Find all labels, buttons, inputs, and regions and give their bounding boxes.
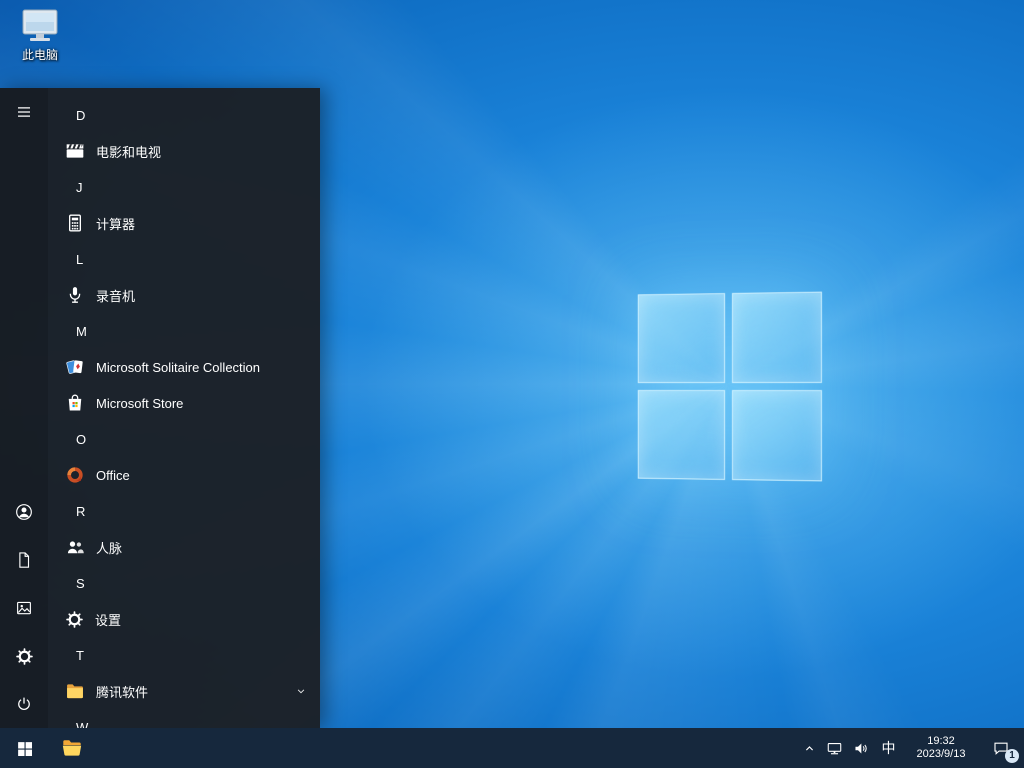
file-explorer-button[interactable] xyxy=(48,728,96,768)
document-icon xyxy=(15,551,33,569)
app-item-people[interactable]: 人脉 xyxy=(48,529,320,565)
ime-indicator[interactable]: 中 xyxy=(875,728,902,768)
desktop-icon-label: 此电脑 xyxy=(21,48,58,62)
chevron-down-icon xyxy=(294,684,308,698)
taskbar-clock[interactable]: 19:32 2023/9/13 xyxy=(902,728,980,768)
calculator-icon xyxy=(65,213,85,233)
rail-top xyxy=(0,88,48,136)
section-letter-L[interactable]: L xyxy=(48,241,320,277)
solitaire-icon xyxy=(65,357,85,377)
computer-icon xyxy=(20,8,60,44)
rail-settings-button[interactable] xyxy=(0,632,48,680)
windows-logo-pane xyxy=(637,293,726,384)
app-item-label: Microsoft Store xyxy=(96,395,184,411)
windows-logo-pane xyxy=(731,291,822,383)
network-tray-button[interactable] xyxy=(821,728,848,768)
section-letter-T[interactable]: T xyxy=(48,637,320,673)
account-icon xyxy=(14,502,34,522)
app-item-label: 腾讯软件 xyxy=(96,684,149,700)
app-item-movies-tv[interactable]: 电影和电视 xyxy=(48,133,320,169)
app-item-settings[interactable]: 设置 xyxy=(48,601,320,637)
tray-overflow-chevron-button[interactable] xyxy=(797,728,821,768)
chevron-up-icon xyxy=(802,741,817,756)
app-item-label: 计算器 xyxy=(96,216,136,232)
rail-power-button[interactable] xyxy=(0,680,48,728)
section-letter-J[interactable]: J xyxy=(48,169,320,205)
app-item-tencent-folder[interactable]: 腾讯软件 xyxy=(48,673,320,709)
app-item-voice-recorder[interactable]: 录音机 xyxy=(48,277,320,313)
app-item-calculator[interactable]: 计算器 xyxy=(48,205,320,241)
app-item-store[interactable]: Microsoft Store xyxy=(48,385,320,421)
section-letter-O[interactable]: O xyxy=(48,421,320,457)
system-tray: 中 19:32 2023/9/13 1 xyxy=(797,728,1024,768)
file-explorer-icon xyxy=(61,737,83,759)
wallpaper-windows-logo xyxy=(637,291,822,482)
app-item-office[interactable]: Office xyxy=(48,457,320,493)
app-item-solitaire[interactable]: Microsoft Solitaire Collection xyxy=(48,349,320,385)
store-icon xyxy=(65,393,85,413)
rail-account-button[interactable] xyxy=(0,488,48,536)
section-letter-M[interactable]: M xyxy=(48,313,320,349)
windows-start-icon xyxy=(16,740,33,757)
section-letter-W[interactable]: W xyxy=(48,709,320,729)
app-item-label: Office xyxy=(96,467,130,483)
windows-logo-pane xyxy=(731,390,822,482)
windows-logo-pane xyxy=(637,389,726,480)
start-button[interactable] xyxy=(0,728,48,768)
people-icon xyxy=(65,537,85,557)
pictures-icon xyxy=(15,599,33,617)
desktop-icon-this-pc[interactable]: 此电脑 xyxy=(12,8,68,63)
taskbar: 中 19:32 2023/9/13 1 xyxy=(0,728,1024,768)
settings-gear-icon xyxy=(15,647,34,666)
folder-icon xyxy=(65,681,85,701)
app-item-label: 电影和电视 xyxy=(96,144,162,160)
rail-menu-button[interactable] xyxy=(0,88,48,136)
section-letter-D[interactable]: D xyxy=(48,97,320,133)
power-icon xyxy=(15,695,33,713)
clock-date: 2023/9/13 xyxy=(916,748,966,760)
rail-documents-button[interactable] xyxy=(0,536,48,584)
voice-recorder-icon xyxy=(65,285,85,305)
app-item-label: 录音机 xyxy=(96,288,136,304)
start-menu-rail xyxy=(0,88,48,728)
settings-gear-icon xyxy=(65,610,84,629)
section-letter-R[interactable]: R xyxy=(48,493,320,529)
hamburger-icon xyxy=(15,103,33,121)
app-item-label: Microsoft Solitaire Collection xyxy=(96,359,261,375)
app-item-label: 人脉 xyxy=(96,540,123,556)
office-icon xyxy=(65,465,85,485)
section-letter-S[interactable]: S xyxy=(48,565,320,601)
volume-tray-button[interactable] xyxy=(848,728,875,768)
rail-bottom xyxy=(0,488,48,728)
rail-pictures-button[interactable] xyxy=(0,584,48,632)
app-item-label: 设置 xyxy=(95,612,122,628)
movies-tv-icon xyxy=(65,141,85,161)
notification-badge: 1 xyxy=(1005,749,1019,763)
speaker-icon xyxy=(853,740,870,757)
start-app-list: D 电影和电视 J 计算器 L 录音机 M Microsoft Solitaire Colle… xyxy=(48,88,320,728)
clock-time: 19:32 xyxy=(927,735,955,747)
action-center-button[interactable]: 1 xyxy=(980,728,1022,768)
start-menu: D 电影和电视 J 计算器 L 录音机 M Microsoft Solitaire Colle… xyxy=(0,88,320,728)
network-icon xyxy=(826,740,843,757)
